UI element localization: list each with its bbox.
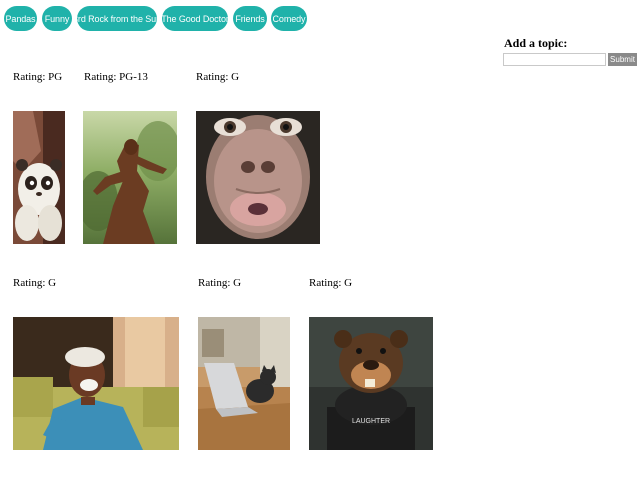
topic-button-pandas[interactable]: Pandas xyxy=(4,6,37,31)
gif-rating: Rating: G xyxy=(309,277,353,289)
topic-button-friends[interactable]: Friends xyxy=(233,6,267,31)
topic-button-3rd-rock[interactable]: 3rd Rock from the Sun xyxy=(73,6,161,31)
topic-button-good-doctor[interactable]: The Good Doctor xyxy=(161,6,229,31)
topic-button-comedy[interactable]: Comedy xyxy=(271,6,307,31)
gif-image-laughing-bear[interactable]: LAUGHTER xyxy=(309,317,433,450)
gif-image-ape-dancing[interactable] xyxy=(83,111,177,244)
gif-rating: Rating: PG xyxy=(13,71,63,83)
bear-shirt-caption: LAUGHTER xyxy=(352,418,390,425)
gif-image-cat-laptop[interactable] xyxy=(198,317,290,450)
add-topic-label: Add a topic: xyxy=(504,36,568,50)
gif-image-panda-plush[interactable] xyxy=(13,111,65,244)
gif-rating: Rating: G xyxy=(13,277,57,289)
gif-rating: Rating: G xyxy=(198,277,242,289)
submit-button[interactable]: Submit xyxy=(608,53,637,66)
gif-rating: Rating: G xyxy=(196,71,240,83)
topic-button-funny[interactable]: Funny xyxy=(42,6,72,31)
topic-input[interactable] xyxy=(503,53,606,66)
gif-image-woman-laughing[interactable] xyxy=(13,317,179,450)
gif-image-chimp-face[interactable] xyxy=(196,111,320,244)
gif-rating: Rating: PG-13 xyxy=(84,71,148,83)
